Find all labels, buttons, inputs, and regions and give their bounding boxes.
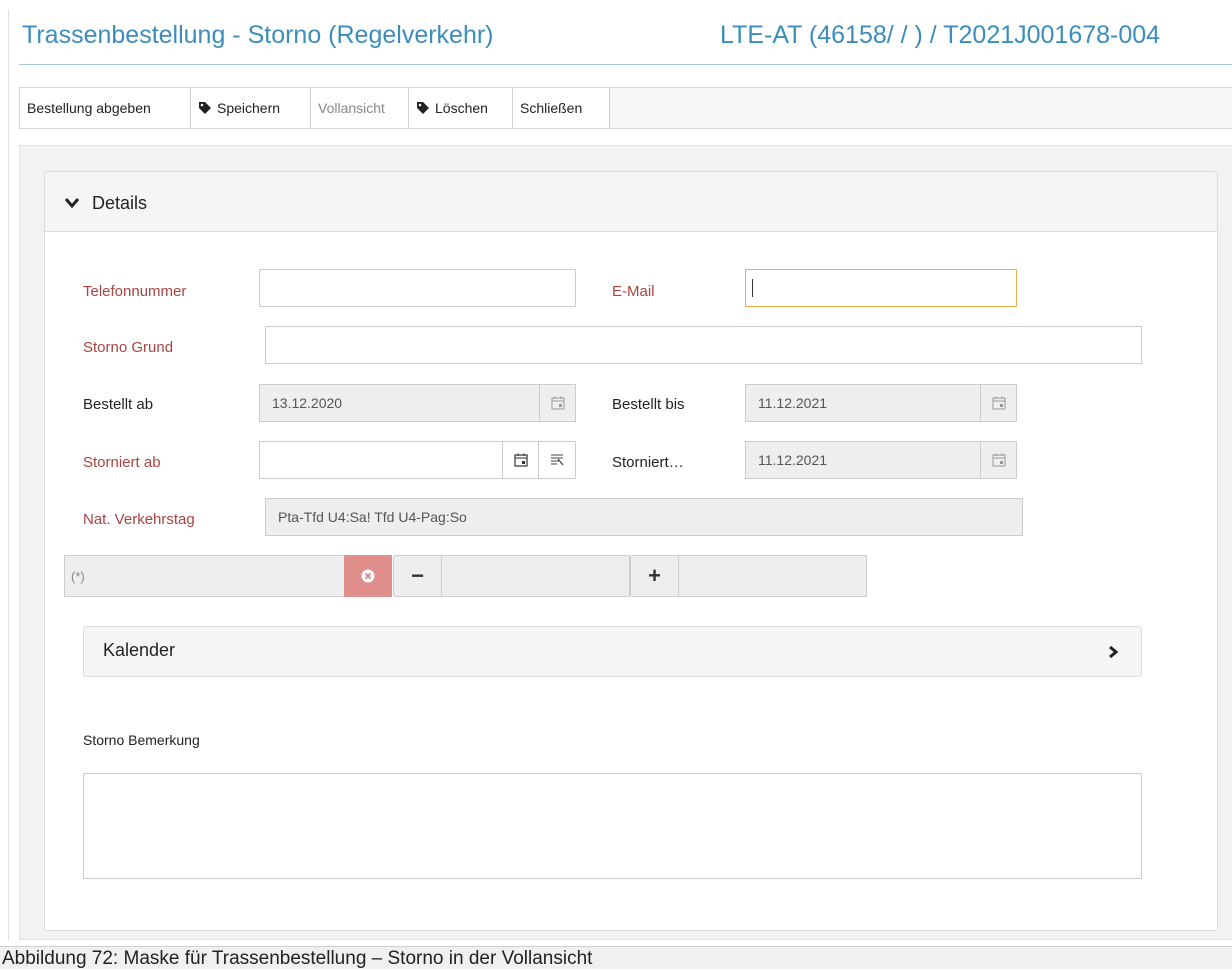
save-label: Speichern xyxy=(217,100,281,116)
remark-textarea[interactable] xyxy=(83,773,1142,879)
email-label: E-Mail xyxy=(612,283,655,300)
email-input[interactable] xyxy=(745,269,1017,307)
chevron-right-icon xyxy=(1109,645,1119,659)
ordered-to-value: 11.12.2021 xyxy=(758,395,828,411)
fullview-label: Vollansicht xyxy=(318,100,385,116)
minus-button[interactable]: − xyxy=(393,555,442,597)
clear-date-icon xyxy=(551,454,564,466)
save-button[interactable]: Speichern xyxy=(191,88,311,128)
plus-label: + xyxy=(648,563,661,588)
ordered-from-input: 13.12.2020 xyxy=(259,384,540,422)
traffic-day-value: Pta-Tfd U4:Sa! Tfd U4-Pag:So xyxy=(278,509,467,525)
ordered-to-label: Bestellt bis xyxy=(612,396,685,413)
toolbar: Bestellung abgeben Speichern Vollansicht… xyxy=(19,87,1232,129)
close-button[interactable]: Schließen xyxy=(513,88,610,128)
ordered-from-label: Bestellt ab xyxy=(83,396,154,413)
filter-value: (*) xyxy=(71,568,85,584)
tag-icon xyxy=(199,102,211,114)
delete-button[interactable]: Löschen xyxy=(409,88,513,128)
cancelled-to-input: 11.12.2021 xyxy=(745,441,981,479)
filter-field[interactable]: (*) xyxy=(64,555,345,597)
cancelled-from-label: Storniert ab xyxy=(83,454,161,471)
clear-filter-button[interactable] xyxy=(344,555,392,597)
submit-order-label: Bestellung abgeben xyxy=(27,100,151,116)
chevron-down-icon xyxy=(64,198,80,209)
page-title: Trassenbestellung - Storno (Regelverkehr… xyxy=(22,21,494,49)
cancelled-to-value: 11.12.2021 xyxy=(758,452,828,468)
plus-field[interactable] xyxy=(678,555,867,597)
ordered-from-value: 13.12.2020 xyxy=(272,395,343,411)
cancelled-to-calendar-button xyxy=(980,441,1017,479)
clear-date-button[interactable] xyxy=(538,441,576,479)
reason-input[interactable] xyxy=(265,326,1142,364)
clear-circle-icon xyxy=(361,569,375,583)
delete-label: Löschen xyxy=(435,100,488,116)
plus-button[interactable]: + xyxy=(630,555,679,597)
ordered-from-calendar-button xyxy=(539,384,576,422)
cancelled-to-label: Storniert… xyxy=(612,454,684,471)
phone-input[interactable] xyxy=(259,269,576,307)
order-reference: LTE-AT (46158/ / ) / T2021J001678-004 xyxy=(720,21,1161,49)
calendar-section-header[interactable] xyxy=(83,626,1142,677)
minus-field[interactable] xyxy=(441,555,630,597)
calendar-icon xyxy=(992,453,1005,467)
fullview-button[interactable]: Vollansicht xyxy=(311,88,409,128)
title-divider xyxy=(19,64,1232,65)
text-caret xyxy=(752,279,753,297)
traffic-day-label: Nat. Verkehrstag xyxy=(83,511,195,528)
traffic-day-input: Pta-Tfd U4:Sa! Tfd U4-Pag:So xyxy=(265,498,1023,536)
ordered-to-input: 11.12.2021 xyxy=(745,384,981,422)
details-heading: Details xyxy=(92,193,148,213)
details-panel-header[interactable] xyxy=(44,171,1218,232)
cancelled-from-calendar-button[interactable] xyxy=(502,441,539,479)
cancelled-from-input[interactable] xyxy=(259,441,503,479)
calendar-section-label: Kalender xyxy=(103,640,176,660)
figure-caption: Abbildung 72: Maske für Trassenbestellun… xyxy=(0,946,1232,969)
remark-label: Storno Bemerkung xyxy=(83,732,200,748)
ordered-to-calendar-button xyxy=(980,384,1017,422)
submit-order-button[interactable]: Bestellung abgeben xyxy=(20,88,191,128)
calendar-icon xyxy=(992,396,1005,410)
minus-label: − xyxy=(411,563,424,588)
calendar-icon xyxy=(513,453,528,467)
calendar-icon xyxy=(551,396,564,410)
close-label: Schließen xyxy=(520,100,583,116)
reason-label: Storno Grund xyxy=(83,339,174,356)
phone-label: Telefonnummer xyxy=(83,283,187,300)
tag-icon xyxy=(417,102,429,114)
